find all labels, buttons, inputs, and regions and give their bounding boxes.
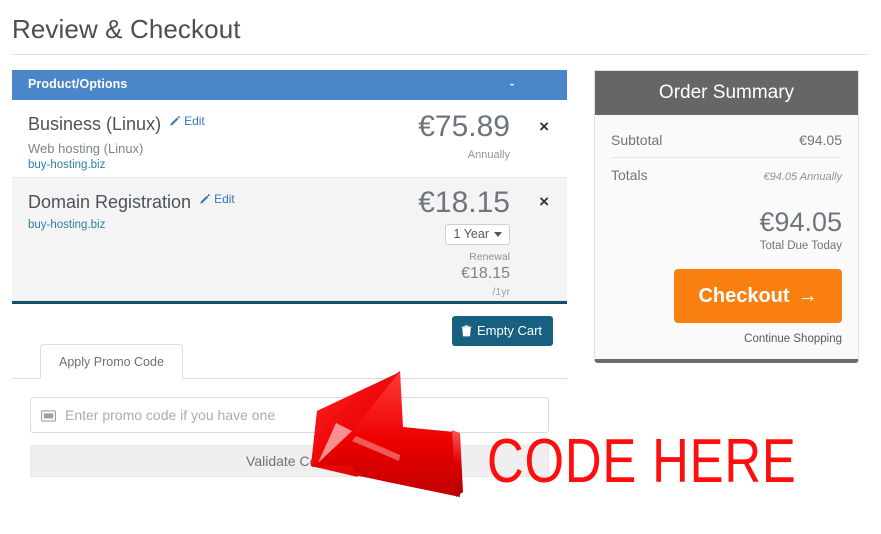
pencil-icon xyxy=(199,193,211,205)
page-title: Review & Checkout xyxy=(12,14,241,44)
cart-panel: Product/Options - Business (Linux) Edit W… xyxy=(12,70,567,304)
edit-product-link[interactable]: Edit xyxy=(169,114,205,128)
summary-row-subtotal: Subtotal €94.05 xyxy=(611,125,842,158)
total-due-block: €94.05 Total Due Today xyxy=(611,207,842,253)
cart-table-header: Product/Options - xyxy=(12,70,567,100)
arrow-right-icon: → xyxy=(797,284,818,307)
summary-row-totals: Totals €94.05 Annually xyxy=(611,158,842,192)
promo-tablist: Apply Promo Code xyxy=(12,344,567,379)
renewal-price: €18.15 xyxy=(461,265,510,282)
checkout-page: Review & Checkout Product/Options - Busi… xyxy=(0,0,881,534)
total-due-amount: €94.05 xyxy=(759,207,842,237)
product-name: Domain Registration Edit xyxy=(28,192,235,213)
registration-term-value: 1 Year xyxy=(453,227,489,241)
product-subtitle: Web hosting (Linux) xyxy=(28,141,144,156)
continue-shopping-link[interactable]: Continue Shopping xyxy=(611,333,842,345)
renewal-period: /1yr xyxy=(492,286,510,298)
summary-row-label: Totals xyxy=(611,167,648,183)
promo-section: Apply Promo Code Enter promo code if you… xyxy=(12,344,567,524)
registration-term-select[interactable]: 1 Year xyxy=(444,224,510,245)
chevron-down-icon xyxy=(494,231,502,237)
product-domain: buy-hosting.biz xyxy=(28,219,106,231)
table-row: Business (Linux) Edit Web hosting (Linux)… xyxy=(12,100,567,178)
tab-apply-promo-code[interactable]: Apply Promo Code xyxy=(40,344,183,379)
edit-link-label: Edit xyxy=(184,114,205,128)
table-row: Domain Registration Edit buy-hosting.biz … xyxy=(12,178,567,301)
summary-row-value: €94.05 xyxy=(799,132,842,148)
product-name-text: Business (Linux) xyxy=(28,114,162,134)
product-name-text: Domain Registration xyxy=(28,192,192,212)
checkout-button[interactable]: Checkout → xyxy=(674,269,842,324)
column-header-price: - xyxy=(510,77,515,91)
order-summary-panel: Order Summary Subtotal €94.05 Totals €94… xyxy=(594,70,859,364)
pencil-icon xyxy=(169,115,181,127)
promo-code-input[interactable]: Enter promo code if you have one xyxy=(30,397,549,433)
edit-link-label: Edit xyxy=(214,192,235,206)
summary-row-label: Subtotal xyxy=(611,132,663,148)
product-domain: buy-hosting.biz xyxy=(28,159,106,171)
total-due-label: Total Due Today xyxy=(759,240,842,253)
order-summary-body: Subtotal €94.05 Totals €94.05 Annually €… xyxy=(595,115,858,359)
checkout-button-label: Checkout xyxy=(698,284,790,307)
ticket-icon xyxy=(41,409,57,422)
order-summary-title: Order Summary xyxy=(595,71,858,115)
trash-icon xyxy=(461,325,472,337)
validate-code-button[interactable]: Validate Code xyxy=(30,445,549,477)
remove-item-button[interactable]: × xyxy=(539,193,549,210)
renewal-label: Renewal xyxy=(469,251,510,263)
empty-cart-label: Empty Cart xyxy=(477,323,543,338)
column-header-product: Product/Options xyxy=(28,77,128,91)
promo-panel: Enter promo code if you have one Validat… xyxy=(12,379,567,524)
empty-cart-button[interactable]: Empty Cart xyxy=(452,316,554,346)
product-price: €18.15 xyxy=(418,186,510,219)
product-name: Business (Linux) Edit xyxy=(28,114,205,135)
summary-row-value: €94.05 Annually xyxy=(763,171,843,183)
product-billing-cycle: Annually xyxy=(467,149,510,161)
title-divider xyxy=(12,54,869,55)
edit-product-link[interactable]: Edit xyxy=(199,192,235,206)
promo-code-placeholder: Enter promo code if you have one xyxy=(65,407,276,423)
product-price: €75.89 xyxy=(418,110,510,143)
remove-item-button[interactable]: × xyxy=(539,118,549,135)
